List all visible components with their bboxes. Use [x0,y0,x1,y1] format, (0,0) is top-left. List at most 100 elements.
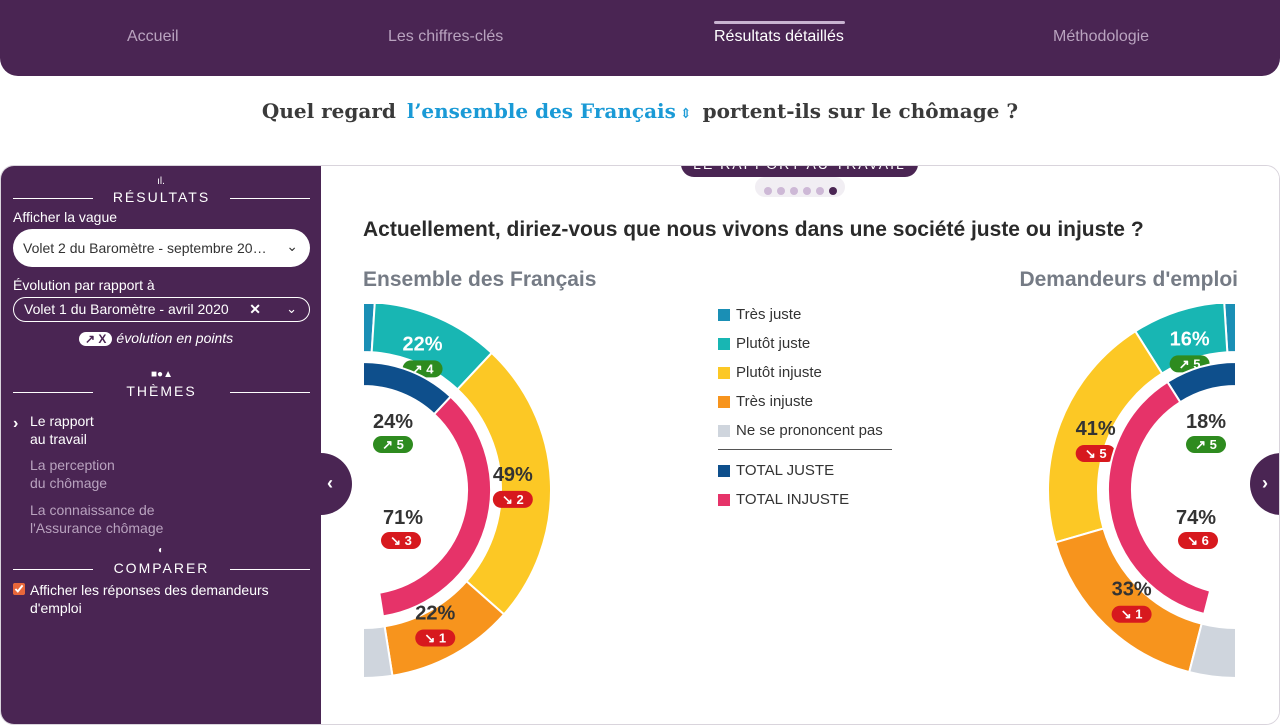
legend-swatch [718,309,730,321]
legend-label: Très juste [736,306,802,323]
legend-item: TOTAL INJUSTE [718,489,894,518]
evolution-value: ↘ 1 [424,630,446,645]
evolution-value: ↘ 3 [390,533,412,548]
chart-area: LE RAPPORT AU TRAVAIL Actuellement, diri… [321,166,1279,724]
pagination-dot[interactable] [790,187,798,195]
pagination-dot-current[interactable] [829,187,837,195]
evolution-badge: ↘ 1 [1111,605,1152,623]
compare-wave-value: Volet 1 du Baromètre - avril 2020 [24,301,229,317]
data-label: 22% [403,333,443,355]
data-label: 74% [1176,507,1216,529]
compare-jobseekers-checkbox[interactable] [13,583,25,595]
chevron-right-icon: › [1262,473,1268,493]
evolution-badge: ↘ 3 [381,532,421,549]
donut-chart-ensemble: 22%↗ 449%↘ 222%↘ 124%↗ 571%↘ 3 [363,304,552,680]
evolution-badge: ↗ 5 [1186,436,1226,453]
wave-select[interactable]: Volet 2 du Baromètre - septembre 20… ⌄ [13,229,310,267]
legend-item: Très juste [718,304,894,333]
legend-swatch [718,367,730,379]
legend-item: TOTAL JUSTE [718,460,894,489]
sidebar: ıl. RÉSULTATS Afficher la vague Volet 2 … [1,166,321,724]
data-label: 41% [1076,418,1116,440]
select-arrows-icon[interactable]: ⇕ [680,106,692,122]
legend-item: Ne se prononcent pas [718,420,894,449]
chevron-right-icon: › [13,415,19,432]
data-label: 22% [415,602,455,624]
chevron-left-icon: ‹ [327,473,333,493]
legend-swatch [718,338,730,350]
question-pagination [755,177,845,197]
population-question: Quel regard l’ensemble des Français ⇕ por… [0,99,1280,123]
question-title: Actuellement, diriez-vous que nous vivon… [363,218,1144,241]
legend-swatch [718,494,730,506]
next-question-button[interactable]: › [1250,453,1279,515]
compare-jobseekers-option[interactable]: Afficher les réponses des demandeurs d'e… [13,581,303,617]
theme-line: La perception [30,457,115,473]
legend-label: Plutôt juste [736,335,811,352]
theme-line: l'Assurance chômage [30,520,164,536]
pagination-dot[interactable] [764,187,772,195]
clear-icon[interactable]: ✕ [249,301,261,318]
data-label: 16% [1170,328,1210,350]
pagination-dot[interactable] [816,187,824,195]
theme-line: La connaissance de [30,502,155,518]
shapes-icon: ■●▲ [151,369,173,380]
results-section-title: RÉSULTATS [13,189,310,205]
nav-methodologie[interactable]: Méthodologie [1053,28,1149,46]
question-prefix: Quel regard [261,99,396,123]
legend-swatch [718,396,730,408]
data-label: 71% [383,507,423,529]
data-label: 49% [493,464,533,486]
legend-item: Plutôt injuste [718,362,894,391]
data-label: 24% [373,411,413,433]
evolution-badge: ↘ 6 [1178,532,1218,549]
evolution-value: ↘ 2 [502,492,524,507]
theme-line: Le rapport [30,413,94,429]
chart-title-demandeurs: Demandeurs d'emploi [1019,268,1238,291]
evolution-legend: ↗ Xévolution en points [79,330,233,346]
question-suffix: portent-ils sur le chômage ? [702,99,1019,123]
evolution-value: ↘ 5 [1085,446,1107,461]
compare-jobseekers-label: Afficher les réponses des demandeurs d'e… [30,582,269,616]
nav-chiffres-cles[interactable]: Les chiffres-clés [388,28,503,46]
pagination-dot[interactable] [803,187,811,195]
chart-title-ensemble: Ensemble des Français [363,268,597,291]
theme-line: du chômage [30,475,108,491]
nav-accueil[interactable]: Accueil [127,28,179,46]
nav-resultats-detailles[interactable]: Résultats détaillés [714,28,844,46]
evolution-badge: ↘ 2 [492,490,533,508]
legend-label: TOTAL JUSTE [736,462,835,479]
evolution-badge: ↘ 5 [1075,444,1116,462]
pagination-dot[interactable] [777,187,785,195]
compare-wave-select[interactable]: Volet 1 du Baromètre - avril 2020 ✕ ⌄ [13,297,310,322]
top-nav: Accueil Les chiffres-clés Résultats déta… [0,0,1280,76]
evolution-badge: ↘ 1 [415,629,456,647]
nav-active-indicator [714,21,845,24]
donut-chart-demandeurs: 16%↗ 541%↘ 533%↘ 118%↗ 574%↘ 6 [1048,304,1236,680]
evolution-value: ↘ 6 [1187,533,1209,548]
theme-perception-chomage[interactable]: La perception du chômage [30,456,190,492]
wave-select-value: Volet 2 du Baromètre - septembre 20… [23,240,267,256]
evolution-legend-text: évolution en points [116,330,234,346]
wave-label: Afficher la vague [13,209,118,225]
population-select[interactable]: l’ensemble des Français [407,99,676,123]
legend-label: TOTAL INJUSTE [736,491,850,508]
theme-badge: LE RAPPORT AU TRAVAIL [681,166,918,177]
legend-divider [718,449,892,450]
legend-swatch [718,425,730,437]
evolution-value: ↘ 1 [1121,607,1143,622]
evolution-value: ↗ 5 [1195,437,1217,452]
data-label: 18% [1186,411,1226,433]
results-panel: ıl. RÉSULTATS Afficher la vague Volet 2 … [0,165,1280,725]
legend-item: Plutôt juste [718,333,894,362]
theme-connaissance-assurance[interactable]: La connaissance de l'Assurance chômage [30,501,190,537]
compare-icon: ◐ [157,545,165,556]
chevron-down-icon: ⌄ [286,301,297,316]
legend-label: Plutôt injuste [736,364,822,381]
legend-item: Très injuste [718,391,894,420]
compare-section-title: COMPARER [13,560,310,576]
evolution-pill-icon: ↗ X [79,332,113,346]
legend-label: Ne se prononcent pas [736,422,883,439]
previous-question-button[interactable]: ‹ [321,453,352,515]
theme-rapport-travail[interactable]: Le rapport au travail [30,412,190,448]
